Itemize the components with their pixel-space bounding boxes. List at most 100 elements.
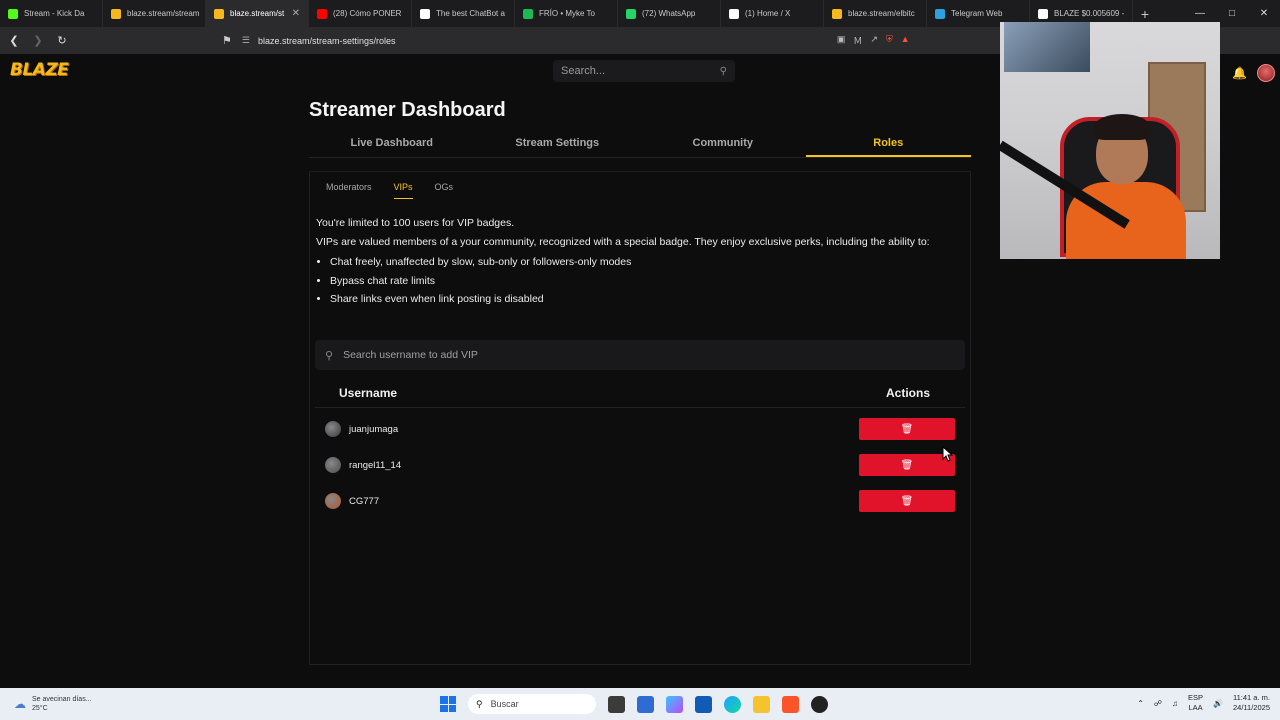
brave-rewards-icon[interactable]: ▲ — [901, 34, 910, 47]
store-icon[interactable] — [695, 695, 712, 713]
favicon-icon — [523, 8, 533, 19]
search-icon: ⚲ — [325, 349, 334, 362]
language-indicator[interactable]: ESP LAA — [1188, 693, 1203, 713]
username[interactable]: CG777 — [349, 496, 379, 507]
avatar[interactable] — [325, 493, 341, 509]
remove-vip-button[interactable]: 🗑 — [859, 490, 955, 512]
bell-icon[interactable]: 🔔 — [1232, 66, 1247, 80]
perk-item: Share links even when link posting is di… — [330, 292, 956, 306]
window-controls: — □ ✕ — [1184, 8, 1280, 19]
browser-tab[interactable]: blaze.stream/st ✕ — [206, 0, 309, 27]
browser-tab[interactable]: (28) Cómo PONER — [309, 0, 412, 27]
subtab-ogs[interactable]: OGs — [435, 182, 454, 199]
browser-tab-label: (72) WhatsApp — [642, 9, 696, 18]
obs-icon[interactable] — [811, 695, 828, 713]
vip-search-input[interactable] — [343, 349, 924, 361]
tab-roles[interactable]: Roles — [805, 132, 971, 157]
user-avatar[interactable] — [1256, 64, 1275, 82]
minimize-button[interactable]: — — [1184, 8, 1216, 19]
username-column-header: Username — [339, 385, 398, 400]
favicon-icon — [626, 8, 636, 19]
keyboard-layout: LAA — [1188, 703, 1203, 712]
browser-tab[interactable]: blaze.stream/elbitc — [824, 0, 927, 27]
favicon-icon — [729, 8, 739, 19]
task-view-icon[interactable] — [608, 695, 625, 713]
subtab-vips[interactable]: VIPs — [393, 182, 413, 199]
start-button[interactable] — [440, 696, 456, 712]
snipping-tool-icon[interactable] — [637, 695, 654, 713]
weather-widget[interactable]: ☁ Se avecinan días... 25°C — [14, 695, 92, 713]
close-window-button[interactable]: ✕ — [1248, 8, 1280, 19]
avatar[interactable] — [325, 421, 341, 437]
person-hair — [1094, 114, 1150, 140]
trash-icon: 🗑 — [900, 495, 914, 507]
clock-time: 11:41 a. m. — [1233, 693, 1270, 702]
browser-tab[interactable]: blaze.stream/stream — [103, 0, 206, 27]
new-tab-button[interactable]: + — [1133, 6, 1157, 22]
restore-button[interactable]: □ — [1216, 8, 1248, 19]
subtab-moderators[interactable]: Moderators — [326, 182, 372, 199]
url-text: blaze.stream/stream-settings/roles — [257, 35, 396, 46]
close-tab-icon[interactable]: ✕ — [292, 8, 300, 19]
site-search-placeholder: Search... — [561, 65, 606, 77]
browser-tab[interactable]: FRÍO • Myke To — [515, 0, 618, 27]
weather-icon: ☁ — [14, 697, 26, 711]
site-info-icon[interactable]: ☰ — [242, 35, 250, 46]
trash-icon: 🗑 — [900, 423, 914, 435]
edge-icon[interactable] — [724, 695, 741, 713]
site-logo[interactable]: BLAZE — [10, 60, 69, 80]
table-row: juanjumaga 🗑 — [315, 416, 965, 442]
favicon-icon — [935, 8, 945, 19]
username[interactable]: rangel11_14 — [349, 460, 401, 471]
network-icon[interactable]: ☍ — [1154, 699, 1162, 708]
share-icon[interactable]: ↗ — [870, 34, 878, 47]
browser-tab-label: The best ChatBot a — [436, 9, 505, 18]
weather-text: Se avecinan días... — [32, 696, 92, 703]
browser-tab[interactable]: (72) WhatsApp — [618, 0, 721, 27]
vip-info: You're limited to 100 users for VIP badg… — [316, 216, 956, 311]
remove-vip-button[interactable]: 🗑 — [859, 418, 955, 440]
avatar[interactable] — [325, 457, 341, 473]
vip-perks-list: Chat freely, unaffected by slow, sub-onl… — [316, 255, 956, 306]
copilot-icon[interactable] — [666, 695, 683, 713]
browser-tab-label: Telegram Web — [951, 9, 1003, 18]
tab-live-dashboard[interactable]: Live Dashboard — [309, 132, 475, 157]
clock[interactable]: 11:41 a. m. 24/11/2025 — [1233, 693, 1270, 713]
dashboard-tabs: Live Dashboard Stream Settings Community Ro… — [309, 132, 971, 158]
browser-tab[interactable]: Stream - Kick Da — [0, 0, 103, 27]
browser-tab[interactable]: (1) Home / X — [721, 0, 824, 27]
remove-vip-button[interactable]: 🗑 — [859, 454, 955, 476]
favicon-icon — [8, 8, 18, 19]
brave-icon[interactable] — [782, 695, 799, 713]
table-row: rangel11_14 🗑 — [315, 452, 965, 478]
windows-taskbar: ☁ Se avecinan días... 25°C ⚲ Buscar ⌃ ☍ … — [0, 688, 1280, 720]
wall-poster — [1004, 22, 1090, 72]
volume-icon[interactable]: 🔊 — [1213, 699, 1223, 708]
brave-shields-icon[interactable]: ⛨ — [886, 34, 893, 47]
site-search-box[interactable]: Search... ⚲ — [553, 60, 735, 82]
browser-tab-label: Stream - Kick Da — [24, 9, 85, 18]
address-bar-icons: ▣ Ｍ ↗ ⛨ ▲ — [837, 34, 910, 47]
tab-stream-settings[interactable]: Stream Settings — [475, 132, 641, 157]
clock-date: 24/11/2025 — [1233, 703, 1270, 712]
reload-button[interactable]: ↻ — [52, 34, 72, 47]
vip-search-field[interactable]: ⚲ — [315, 340, 965, 370]
bookmark-icon[interactable]: ⚑ — [222, 34, 232, 47]
back-button[interactable]: ❮ — [4, 34, 24, 47]
vip-limit-text: You're limited to 100 users for VIP badg… — [316, 217, 515, 229]
perk-item: Bypass chat rate limits — [330, 274, 956, 288]
browser-tab[interactable]: The best ChatBot a — [412, 0, 515, 27]
microphone-icon[interactable]: ♫ — [1172, 699, 1178, 708]
forward-button[interactable]: ❯ — [28, 34, 48, 47]
table-row: CG777 🗑 — [315, 488, 965, 514]
user-actions: 🔔 — [1232, 64, 1275, 82]
vip-description: VIPs are valued members of a your commun… — [316, 236, 930, 248]
cast-icon[interactable]: ▣ — [837, 34, 846, 47]
file-explorer-icon[interactable] — [753, 695, 770, 713]
tab-community[interactable]: Community — [640, 132, 806, 157]
taskbar-search[interactable]: ⚲ Buscar — [468, 694, 596, 714]
username[interactable]: juanjumaga — [349, 424, 398, 435]
browser-tab-label: blaze.stream/elbitc — [848, 9, 915, 18]
chevron-up-icon[interactable]: ⌃ — [1137, 699, 1144, 708]
translate-icon[interactable]: Ｍ — [853, 34, 862, 47]
